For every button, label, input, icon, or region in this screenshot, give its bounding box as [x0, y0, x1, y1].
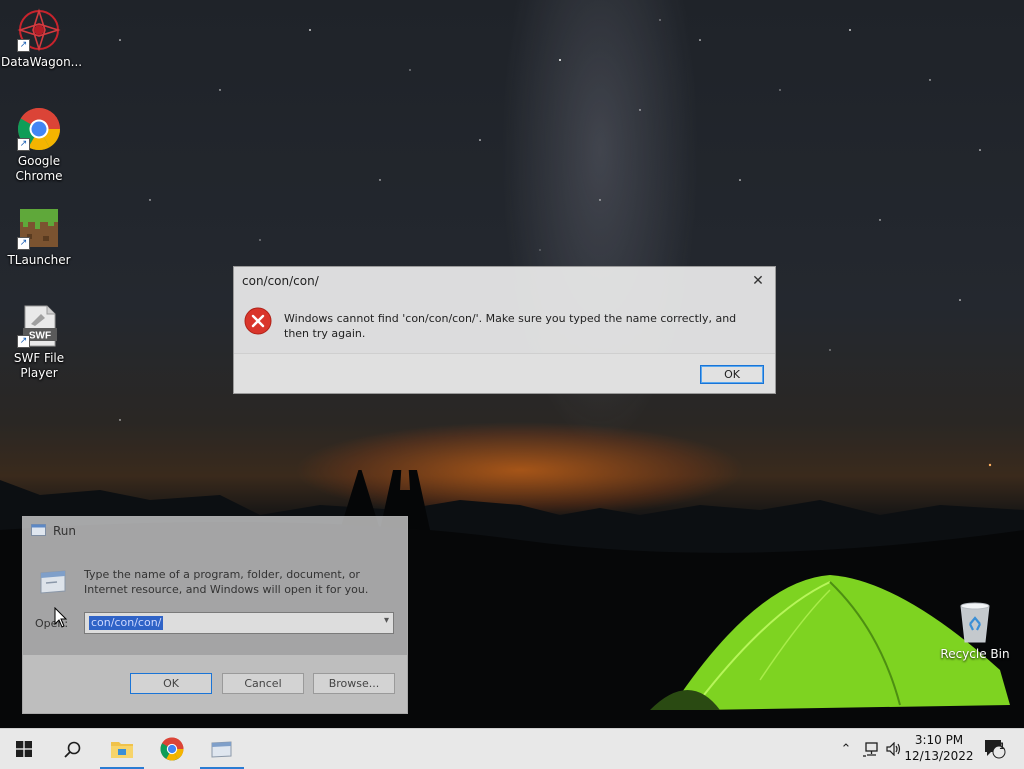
windows-start-icon	[16, 741, 32, 757]
desktop-icon-recycle-bin[interactable]: Recycle Bin	[940, 600, 1010, 661]
run-program-icon	[37, 569, 69, 595]
notification-count: 1	[998, 742, 1006, 752]
search-icon	[63, 741, 80, 758]
clock-time: 3:10 PM	[914, 733, 964, 747]
taskbar-run[interactable]	[198, 729, 246, 769]
start-button[interactable]	[0, 729, 48, 769]
chrome-icon: ↗	[17, 107, 61, 151]
desktop-icon-datawagon[interactable]: ↗ DataWagon...	[1, 8, 83, 70]
taskbar-chrome[interactable]	[148, 729, 196, 769]
mouse-cursor-icon	[54, 606, 68, 629]
open-input-value[interactable]: con/con/con/	[89, 616, 164, 630]
browse-button[interactable]: Browse...	[313, 673, 395, 694]
shortcut-arrow-icon: ↗	[17, 335, 30, 348]
open-combobox[interactable]: con/con/con/ ▾	[84, 612, 394, 634]
run-description: Type the name of a program, folder, docu…	[84, 568, 369, 596]
error-message: Windows cannot find 'con/con/con/'. Make…	[284, 312, 737, 340]
clock-date: 12/13/2022	[904, 749, 974, 763]
ok-button[interactable]: OK	[700, 365, 764, 384]
datawagon-icon: ↗	[17, 8, 61, 52]
search-button[interactable]	[48, 729, 96, 769]
cancel-button[interactable]: Cancel	[222, 673, 304, 694]
run-icon	[211, 741, 232, 758]
file-explorer-icon	[111, 742, 133, 758]
tray-overflow-button[interactable]: ⌃	[836, 729, 856, 769]
tray-network[interactable]	[860, 729, 882, 769]
desktop-icon-swf-file-player[interactable]: SWF ↗ SWF File Player	[1, 304, 77, 381]
dialog-footer: OK Cancel Browse...	[23, 655, 407, 713]
chevron-up-icon: ⌃	[840, 741, 852, 757]
desktop-icon-label: Google Chrome	[15, 154, 63, 183]
desktop-icon-label: Recycle Bin	[940, 647, 1010, 661]
error-icon	[244, 307, 272, 335]
desktop-icon-label: SWF File Player	[13, 351, 65, 380]
taskbar-file-explorer[interactable]	[98, 729, 146, 769]
run-icon	[31, 524, 46, 536]
close-button[interactable]: ✕	[747, 271, 769, 291]
desktop-icon-label: DataWagon...	[1, 55, 83, 69]
taskbar-clock[interactable]: 3:10 PM 12/13/2022	[900, 732, 978, 764]
svg-text:SWF: SWF	[29, 331, 51, 342]
action-center-button[interactable]: 1	[980, 729, 1010, 769]
shortcut-arrow-icon: ↗	[17, 138, 30, 151]
shortcut-arrow-icon: ↗	[17, 237, 30, 250]
recycle-bin-icon	[953, 600, 997, 644]
dialog-title: Run	[53, 524, 77, 538]
ok-button[interactable]: OK	[130, 673, 212, 694]
desktop-icon-label: TLauncher	[7, 253, 71, 267]
network-icon	[862, 741, 878, 757]
dialog-footer: OK	[234, 353, 775, 393]
close-icon: ✕	[752, 273, 764, 289]
chrome-icon	[160, 737, 184, 761]
minecraft-grass-block-icon: ↗	[17, 206, 61, 250]
run-dialog: Run Type the name of a program, folder, …	[22, 516, 408, 714]
dialog-title: con/con/con/	[242, 274, 319, 288]
desktop-icon-tlauncher[interactable]: ↗ TLauncher	[1, 206, 77, 268]
error-dialog: con/con/con/ ✕ Windows cannot find 'con/…	[233, 266, 776, 394]
shortcut-arrow-icon: ↗	[17, 39, 30, 52]
swf-file-icon: SWF ↗	[17, 304, 61, 348]
taskbar: ⌃ 3:10 PM 12/13/2022 1	[0, 728, 1024, 769]
chevron-down-icon[interactable]: ▾	[384, 615, 389, 626]
desktop-icon-google-chrome[interactable]: ↗ Google Chrome	[1, 107, 77, 184]
